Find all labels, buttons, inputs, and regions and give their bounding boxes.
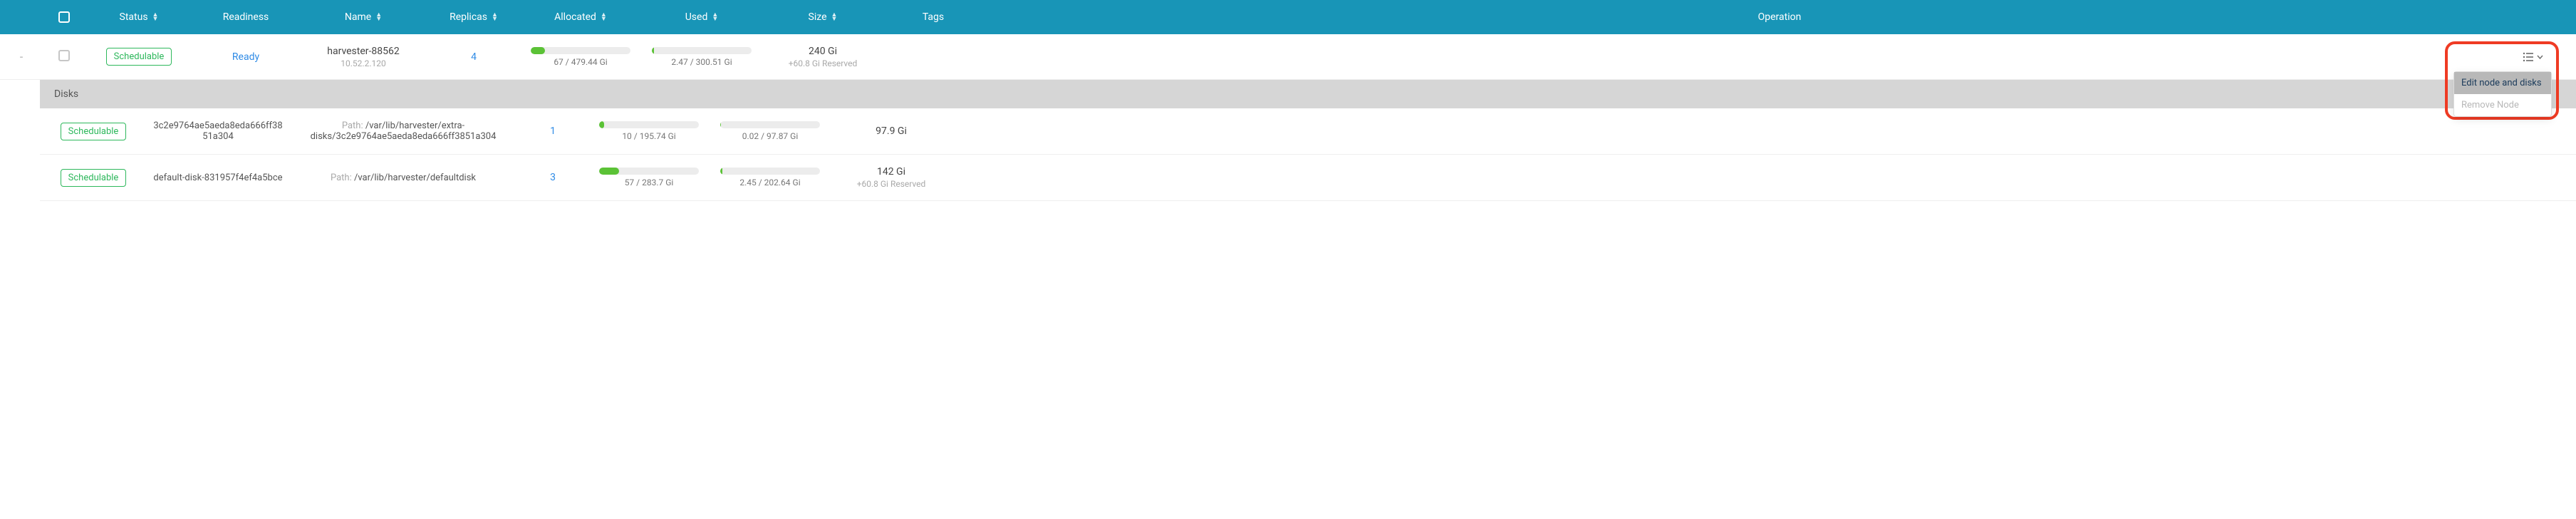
size-reserved: +60.8 Gi Reserved — [836, 179, 946, 189]
size-value: 97.9 Gi — [836, 125, 946, 137]
col-allocated[interactable]: Allocated ▲▼ — [520, 11, 641, 23]
disk-tags-cell — [952, 128, 2576, 134]
allocated-text: 57 / 283.7 Gi — [594, 178, 704, 187]
col-status[interactable]: Status ▲▼ — [85, 11, 192, 23]
used-fill — [652, 47, 654, 54]
row-select[interactable] — [43, 44, 85, 70]
table-header: Status ▲▼ Readiness Name ▲▼ Replicas ▲▼ … — [0, 0, 2576, 34]
disk-tags-cell — [952, 175, 2576, 180]
col-name[interactable]: Name ▲▼ — [299, 11, 427, 23]
disk-path-cell: Path: /var/lib/harvester/extra-disks/3c2… — [289, 118, 517, 145]
col-tags: Tags — [883, 11, 983, 23]
node-ip: 10.52.2.120 — [303, 58, 423, 68]
allocated-fill — [531, 47, 545, 54]
allocated-bar — [531, 47, 630, 54]
sort-icon: ▲▼ — [831, 13, 838, 21]
allocated-fill — [599, 168, 619, 175]
chevron-down-icon — [2537, 55, 2543, 59]
select-all-checkbox[interactable] — [58, 11, 70, 23]
sort-icon: ▲▼ — [375, 13, 382, 21]
used-bar — [652, 47, 752, 54]
size-value: 142 Gi — [836, 166, 946, 178]
used-text: 2.47 / 300.51 Gi — [645, 57, 758, 67]
sort-icon: ▲▼ — [601, 13, 607, 21]
allocated-text: 10 / 195.74 Gi — [594, 131, 704, 141]
col-used[interactable]: Used ▲▼ — [641, 11, 762, 23]
size-cell: 240 Gi +60.8 Gi Reserved — [762, 40, 883, 74]
list-icon — [2523, 52, 2534, 62]
path-value: /var/lib/harvester/extra-disks/3c2e9764a… — [311, 120, 497, 142]
path-label: Path: — [331, 173, 352, 183]
row-checkbox[interactable] — [58, 50, 70, 61]
size-value: 240 Gi — [767, 46, 879, 57]
disk-name-cell: default-disk-831957f4ef4a5bce — [147, 170, 289, 186]
disk-row: Schedulable 3c2e9764ae5aeda8eda666ff3851… — [40, 108, 2576, 155]
used-fill — [720, 168, 722, 175]
replicas-cell[interactable]: 4 — [427, 46, 520, 68]
disks-section-header: Disks — [40, 80, 2576, 108]
operation-cell — [983, 43, 2576, 71]
col-operation: Operation — [983, 11, 2576, 23]
node-row: - Schedulable Ready harvester-88562 10.5… — [0, 34, 2576, 80]
disk-used-cell: 2.45 / 202.64 Gi — [710, 165, 831, 190]
allocated-cell: 67 / 479.44 Gi — [520, 41, 641, 73]
select-all-header[interactable] — [43, 11, 85, 23]
disk-status-cell: Schedulable — [40, 120, 147, 143]
disk-row: Schedulable default-disk-831957f4ef4a5bc… — [40, 155, 2576, 201]
disk-replicas-cell[interactable]: 3 — [517, 169, 588, 186]
allocated-fill — [599, 121, 604, 128]
disk-status-cell: Schedulable — [40, 166, 147, 190]
disk-name-cell: 3c2e9764ae5aeda8eda666ff3851a304 — [147, 118, 289, 145]
disk-size-cell: 97.9 Gi — [831, 123, 952, 140]
path-label: Path: — [342, 120, 363, 131]
allocated-bar — [599, 168, 699, 175]
size-reserved: +60.8 Gi Reserved — [767, 58, 879, 68]
used-cell: 2.47 / 300.51 Gi — [641, 41, 762, 73]
node-name: harvester-88562 — [327, 46, 400, 57]
name-cell: harvester-88562 10.52.2.120 — [299, 40, 427, 74]
disk-path-cell: Path: /var/lib/harvester/defaultdisk — [289, 170, 517, 186]
used-bar — [720, 121, 820, 128]
menu-edit-node-and-disks[interactable]: Edit node and disks — [2454, 72, 2551, 94]
sort-icon: ▲▼ — [492, 13, 498, 21]
col-readiness: Readiness — [192, 11, 299, 23]
status-badge: Schedulable — [61, 169, 127, 187]
expand-toggle[interactable]: - — [0, 44, 43, 69]
disk-replicas-cell[interactable]: 1 — [517, 123, 588, 140]
disk-allocated-cell: 10 / 195.74 Gi — [588, 118, 710, 144]
used-bar — [720, 168, 820, 175]
tags-cell — [883, 51, 983, 63]
col-replicas[interactable]: Replicas ▲▼ — [427, 11, 520, 23]
readiness-cell[interactable]: Ready — [192, 46, 299, 68]
used-fill — [720, 121, 721, 128]
status-badge: Schedulable — [61, 123, 127, 140]
used-text: 2.45 / 202.64 Gi — [715, 178, 825, 187]
status-cell: Schedulable — [85, 42, 192, 71]
sort-icon: ▲▼ — [712, 13, 718, 21]
allocated-text: 67 / 479.44 Gi — [524, 57, 637, 67]
operation-menu-button[interactable] — [2518, 49, 2548, 65]
status-badge: Schedulable — [106, 48, 172, 66]
disk-size-cell: 142 Gi +60.8 Gi Reserved — [831, 163, 952, 192]
path-value: /var/lib/harvester/defaultdisk — [354, 173, 476, 183]
operation-dropdown: Edit node and disks Remove Node — [2453, 71, 2552, 117]
disk-allocated-cell: 57 / 283.7 Gi — [588, 165, 710, 190]
sort-icon: ▲▼ — [152, 13, 159, 21]
col-size[interactable]: Size ▲▼ — [762, 11, 883, 23]
used-text: 0.02 / 97.87 Gi — [715, 131, 825, 141]
allocated-bar — [599, 121, 699, 128]
menu-remove-node[interactable]: Remove Node — [2454, 94, 2551, 116]
disk-used-cell: 0.02 / 97.87 Gi — [710, 118, 831, 144]
